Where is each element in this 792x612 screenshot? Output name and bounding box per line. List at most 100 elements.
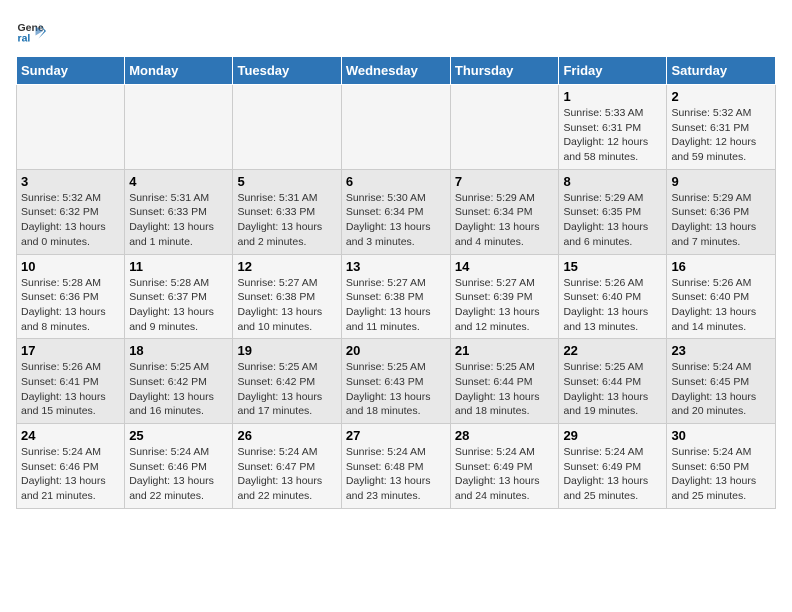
day-number: 18 xyxy=(129,343,228,358)
day-number: 30 xyxy=(671,428,771,443)
day-info: Sunrise: 5:25 AM Sunset: 6:42 PM Dayligh… xyxy=(237,360,336,419)
calendar-header-row: SundayMondayTuesdayWednesdayThursdayFrid… xyxy=(17,57,776,85)
calendar-cell: 1 Sunrise: 5:33 AM Sunset: 6:31 PM Daylig… xyxy=(559,85,667,170)
day-info: Sunrise: 5:26 AM Sunset: 6:41 PM Dayligh… xyxy=(21,360,120,419)
day-info: Sunrise: 5:24 AM Sunset: 6:49 PM Dayligh… xyxy=(455,445,555,504)
calendar-cell: 19 Sunrise: 5:25 AM Sunset: 6:42 PM Dayli… xyxy=(233,339,341,424)
day-number: 2 xyxy=(671,89,771,104)
calendar-cell xyxy=(341,85,450,170)
day-info: Sunrise: 5:25 AM Sunset: 6:43 PM Dayligh… xyxy=(346,360,446,419)
day-number: 10 xyxy=(21,259,120,274)
day-info: Sunrise: 5:24 AM Sunset: 6:46 PM Dayligh… xyxy=(21,445,120,504)
day-number: 1 xyxy=(563,89,662,104)
calendar-cell: 3Sunrise: 5:32 AM Sunset: 6:32 PM Daylig… xyxy=(17,169,125,254)
calendar-cell: 13 Sunrise: 5:27 AM Sunset: 6:38 PM Dayli… xyxy=(341,254,450,339)
day-of-week-header: Monday xyxy=(125,57,233,85)
day-of-week-header: Thursday xyxy=(450,57,559,85)
day-number: 28 xyxy=(455,428,555,443)
calendar-week-row: 24 Sunrise: 5:24 AM Sunset: 6:46 PM Dayli… xyxy=(17,424,776,509)
day-number: 5 xyxy=(237,174,336,189)
day-number: 21 xyxy=(455,343,555,358)
day-info: Sunrise: 5:26 AM Sunset: 6:40 PM Dayligh… xyxy=(671,276,771,335)
day-number: 16 xyxy=(671,259,771,274)
calendar-week-row: 1 Sunrise: 5:33 AM Sunset: 6:31 PM Daylig… xyxy=(17,85,776,170)
day-info: Sunrise: 5:27 AM Sunset: 6:38 PM Dayligh… xyxy=(237,276,336,335)
calendar-cell: 9 Sunrise: 5:29 AM Sunset: 6:36 PM Daylig… xyxy=(667,169,776,254)
day-info: Sunrise: 5:24 AM Sunset: 6:47 PM Dayligh… xyxy=(237,445,336,504)
day-number: 22 xyxy=(563,343,662,358)
page-header: Gene ral xyxy=(16,16,776,46)
day-number: 17 xyxy=(21,343,120,358)
day-number: 9 xyxy=(671,174,771,189)
day-info: Sunrise: 5:24 AM Sunset: 6:48 PM Dayligh… xyxy=(346,445,446,504)
day-number: 24 xyxy=(21,428,120,443)
calendar-week-row: 10 Sunrise: 5:28 AM Sunset: 6:36 PM Dayli… xyxy=(17,254,776,339)
logo-icon: Gene ral xyxy=(16,16,46,46)
day-info: Sunrise: 5:26 AM Sunset: 6:40 PM Dayligh… xyxy=(563,276,662,335)
day-of-week-header: Saturday xyxy=(667,57,776,85)
day-info: Sunrise: 5:24 AM Sunset: 6:49 PM Dayligh… xyxy=(563,445,662,504)
day-number: 12 xyxy=(237,259,336,274)
calendar-cell: 24 Sunrise: 5:24 AM Sunset: 6:46 PM Dayli… xyxy=(17,424,125,509)
calendar-cell xyxy=(450,85,559,170)
calendar-cell: 28 Sunrise: 5:24 AM Sunset: 6:49 PM Dayli… xyxy=(450,424,559,509)
day-info: Sunrise: 5:29 AM Sunset: 6:35 PM Dayligh… xyxy=(563,191,662,250)
day-number: 26 xyxy=(237,428,336,443)
calendar-cell: 2 Sunrise: 5:32 AM Sunset: 6:31 PM Daylig… xyxy=(667,85,776,170)
day-number: 7 xyxy=(455,174,555,189)
day-number: 23 xyxy=(671,343,771,358)
calendar-cell: 14Sunrise: 5:27 AM Sunset: 6:39 PM Dayli… xyxy=(450,254,559,339)
day-info: Sunrise: 5:25 AM Sunset: 6:44 PM Dayligh… xyxy=(563,360,662,419)
day-info: Sunrise: 5:32 AM Sunset: 6:31 PM Dayligh… xyxy=(671,106,771,165)
calendar-cell xyxy=(17,85,125,170)
calendar-week-row: 17 Sunrise: 5:26 AM Sunset: 6:41 PM Dayli… xyxy=(17,339,776,424)
calendar-cell: 6Sunrise: 5:30 AM Sunset: 6:34 PM Daylig… xyxy=(341,169,450,254)
day-info: Sunrise: 5:28 AM Sunset: 6:37 PM Dayligh… xyxy=(129,276,228,335)
calendar-cell xyxy=(233,85,341,170)
day-number: 27 xyxy=(346,428,446,443)
day-of-week-header: Wednesday xyxy=(341,57,450,85)
calendar-cell: 17 Sunrise: 5:26 AM Sunset: 6:41 PM Dayli… xyxy=(17,339,125,424)
calendar-cell: 22 Sunrise: 5:25 AM Sunset: 6:44 PM Dayli… xyxy=(559,339,667,424)
day-of-week-header: Sunday xyxy=(17,57,125,85)
day-number: 20 xyxy=(346,343,446,358)
day-info: Sunrise: 5:29 AM Sunset: 6:36 PM Dayligh… xyxy=(671,191,771,250)
calendar-cell: 29 Sunrise: 5:24 AM Sunset: 6:49 PM Dayli… xyxy=(559,424,667,509)
calendar-cell: 23 Sunrise: 5:24 AM Sunset: 6:45 PM Dayli… xyxy=(667,339,776,424)
calendar-cell: 20 Sunrise: 5:25 AM Sunset: 6:43 PM Dayli… xyxy=(341,339,450,424)
day-info: Sunrise: 5:24 AM Sunset: 6:46 PM Dayligh… xyxy=(129,445,228,504)
day-info: Sunrise: 5:25 AM Sunset: 6:44 PM Dayligh… xyxy=(455,360,555,419)
calendar-cell: 15 Sunrise: 5:26 AM Sunset: 6:40 PM Dayli… xyxy=(559,254,667,339)
day-info: Sunrise: 5:24 AM Sunset: 6:50 PM Dayligh… xyxy=(671,445,771,504)
calendar-cell: 7 Sunrise: 5:29 AM Sunset: 6:34 PM Daylig… xyxy=(450,169,559,254)
day-info: Sunrise: 5:31 AM Sunset: 6:33 PM Dayligh… xyxy=(237,191,336,250)
day-number: 15 xyxy=(563,259,662,274)
calendar-cell: 21 Sunrise: 5:25 AM Sunset: 6:44 PM Dayli… xyxy=(450,339,559,424)
day-number: 4 xyxy=(129,174,228,189)
svg-text:ral: ral xyxy=(18,33,31,45)
logo: Gene ral xyxy=(16,16,50,46)
calendar-cell: 16 Sunrise: 5:26 AM Sunset: 6:40 PM Dayli… xyxy=(667,254,776,339)
calendar-cell: 27 Sunrise: 5:24 AM Sunset: 6:48 PM Dayli… xyxy=(341,424,450,509)
day-number: 19 xyxy=(237,343,336,358)
day-number: 25 xyxy=(129,428,228,443)
day-info: Sunrise: 5:27 AM Sunset: 6:38 PM Dayligh… xyxy=(346,276,446,335)
day-of-week-header: Friday xyxy=(559,57,667,85)
day-number: 11 xyxy=(129,259,228,274)
calendar-cell: 25 Sunrise: 5:24 AM Sunset: 6:46 PM Dayli… xyxy=(125,424,233,509)
day-info: Sunrise: 5:32 AM Sunset: 6:32 PM Dayligh… xyxy=(21,191,120,250)
day-of-week-header: Tuesday xyxy=(233,57,341,85)
day-number: 29 xyxy=(563,428,662,443)
day-number: 13 xyxy=(346,259,446,274)
day-info: Sunrise: 5:25 AM Sunset: 6:42 PM Dayligh… xyxy=(129,360,228,419)
day-info: Sunrise: 5:28 AM Sunset: 6:36 PM Dayligh… xyxy=(21,276,120,335)
day-number: 14 xyxy=(455,259,555,274)
day-info: Sunrise: 5:33 AM Sunset: 6:31 PM Dayligh… xyxy=(563,106,662,165)
day-number: 6 xyxy=(346,174,446,189)
day-info: Sunrise: 5:29 AM Sunset: 6:34 PM Dayligh… xyxy=(455,191,555,250)
calendar-table: SundayMondayTuesdayWednesdayThursdayFrid… xyxy=(16,56,776,509)
calendar-cell: 5 Sunrise: 5:31 AM Sunset: 6:33 PM Daylig… xyxy=(233,169,341,254)
day-info: Sunrise: 5:24 AM Sunset: 6:45 PM Dayligh… xyxy=(671,360,771,419)
calendar-cell: 12 Sunrise: 5:27 AM Sunset: 6:38 PM Dayli… xyxy=(233,254,341,339)
calendar-week-row: 3Sunrise: 5:32 AM Sunset: 6:32 PM Daylig… xyxy=(17,169,776,254)
